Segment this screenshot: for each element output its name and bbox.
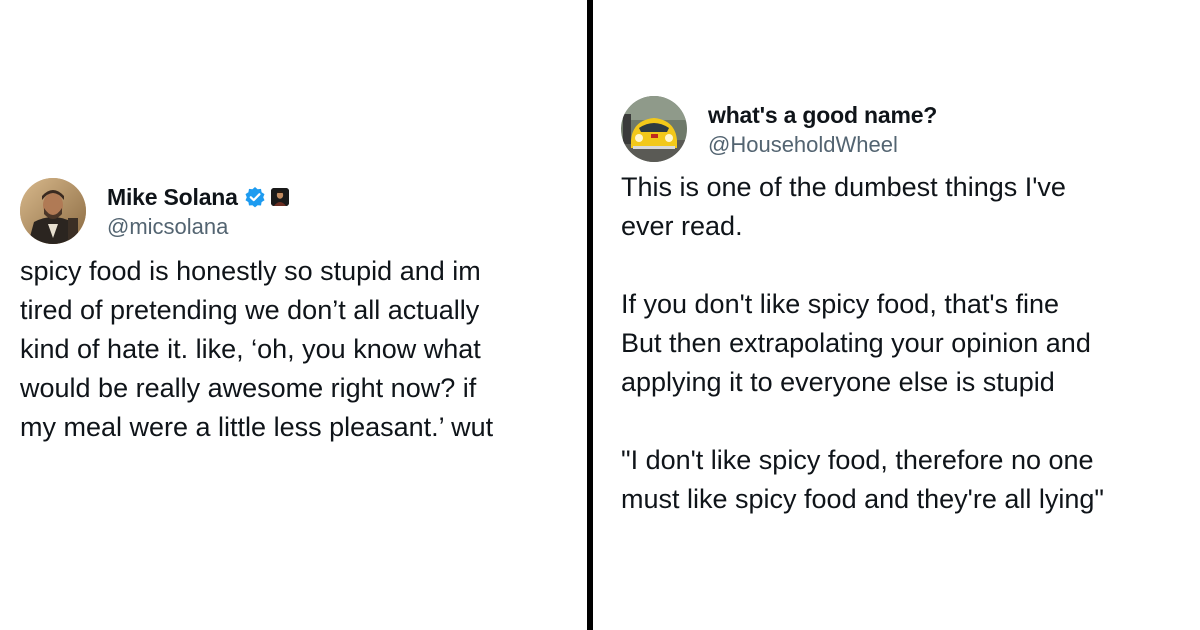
right-tweet: what's a good name? @HouseholdWheel This… [621,96,1191,519]
tweet-header: Mike Solana @micsolana [20,178,580,244]
avatar[interactable] [621,96,687,162]
name-block: Mike Solana @micsolana [107,182,289,240]
affiliate-portrait-icon[interactable] [270,188,289,206]
handle[interactable]: @micsolana [107,214,289,240]
tweet-text-line: ever read. [621,211,743,241]
tweet-text-line: tired of pretending we don’t all actuall… [20,295,480,325]
tweet-text-line: But then extrapolating your opinion and [621,328,1091,358]
handle[interactable]: @HouseholdWheel [708,132,937,158]
tweet-text-line: my meal were a little less pleasant.’ wu… [20,412,494,442]
portrait-avatar-image [20,178,86,244]
tweet-text-line: must like spicy food and they're all lyi… [621,484,1104,514]
vertical-divider [587,0,593,630]
yellow-car-avatar-image [621,96,687,162]
tweet-text-line: applying it to everyone else is stupid [621,367,1055,397]
verified-badge-icon [244,186,266,208]
tweet-text-line: kind of hate it. like, ‘oh, you know wha… [20,334,481,364]
tweet-text-line: spicy food is honestly so stupid and im [20,256,481,286]
tweet-text: This is one of the dumbest things I've e… [621,168,1191,519]
avatar[interactable] [20,178,86,244]
tweet-header: what's a good name? @HouseholdWheel [621,96,1191,162]
tweet-text-line: If you don't like spicy food, that's fin… [621,289,1060,319]
screenshot-canvas: Mike Solana @micsolana spicy food is hon… [0,0,1200,630]
display-name-row: what's a good name? [708,100,937,130]
display-name[interactable]: Mike Solana [107,184,238,211]
name-block: what's a good name? @HouseholdWheel [708,100,937,158]
display-name[interactable]: what's a good name? [708,102,937,129]
tweet-text: spicy food is honestly so stupid and im … [20,252,580,447]
tweet-text-line: "I don't like spicy food, therefore no o… [621,445,1094,475]
left-tweet: Mike Solana @micsolana spicy food is hon… [20,178,580,447]
display-name-row: Mike Solana [107,182,289,212]
tweet-text-line: This is one of the dumbest things I've [621,172,1066,202]
tweet-text-line: would be really awesome right now? if [20,373,477,403]
